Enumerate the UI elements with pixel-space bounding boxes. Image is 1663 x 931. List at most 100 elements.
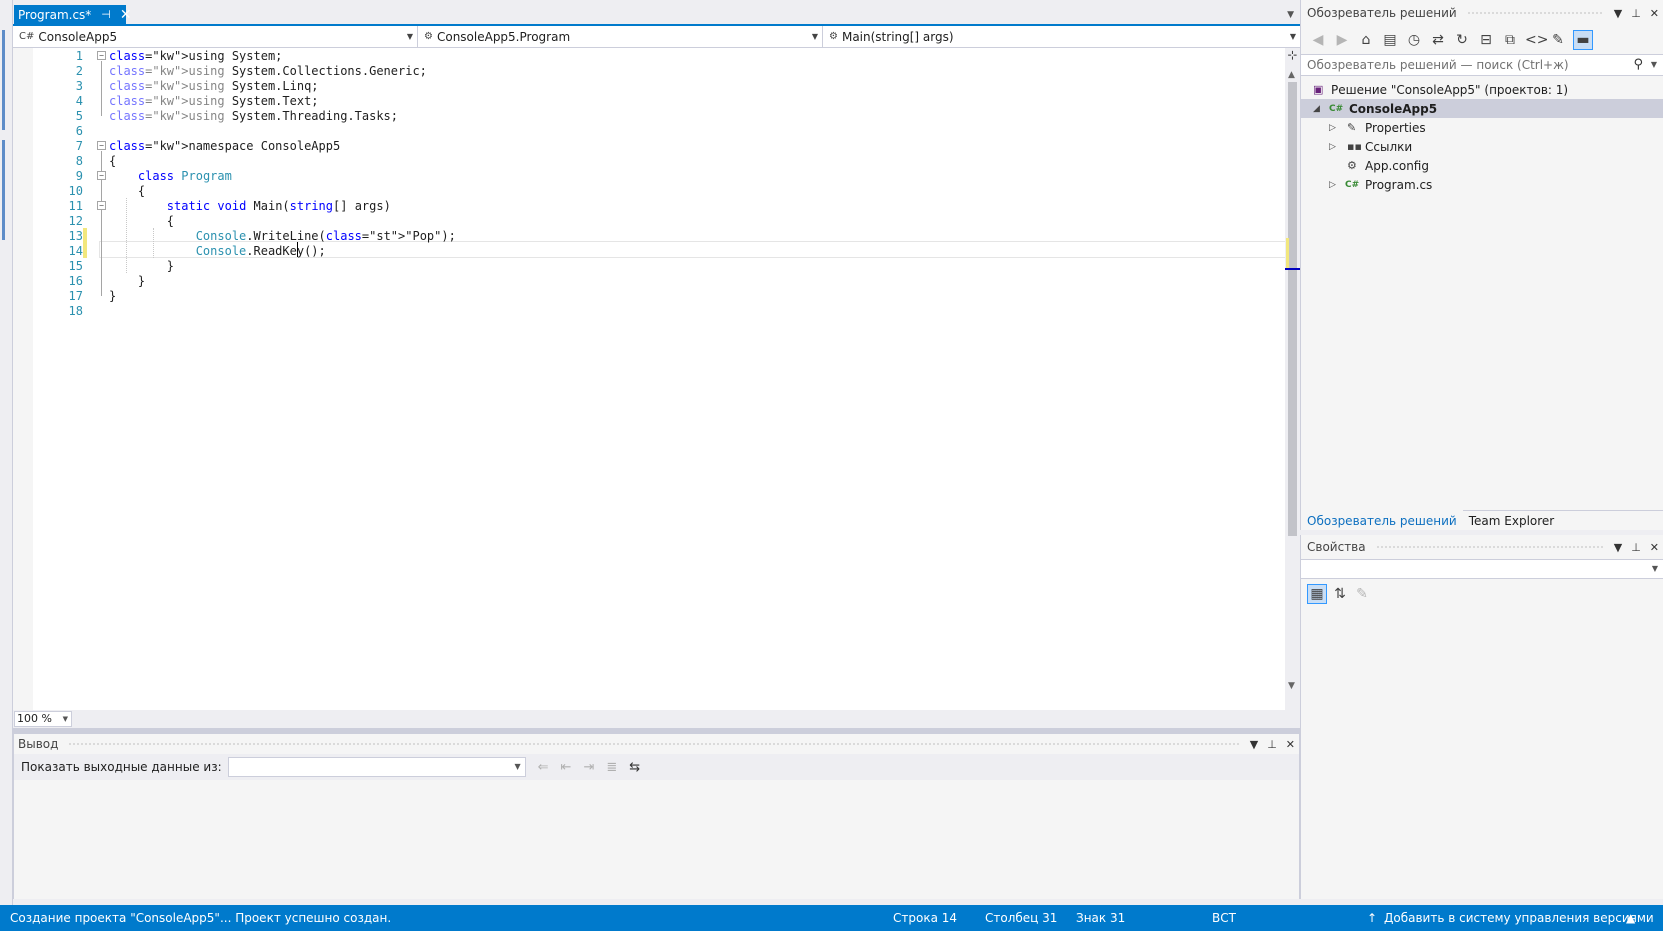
drag-grip[interactable] [1375, 544, 1604, 550]
tree-item-properties[interactable]: ▷ ✎ Properties [1301, 118, 1663, 137]
member-dropdown[interactable]: ⚙ Main(string[] args) ▼ [823, 26, 1300, 47]
status-insert-mode[interactable]: ВСТ [1212, 911, 1236, 925]
home-icon[interactable]: ⌂ [1357, 32, 1375, 48]
code-line[interactable]: 15 } [13, 258, 1273, 274]
project-dropdown[interactable]: C# ConsoleApp5 ▼ [13, 26, 418, 47]
status-line[interactable]: Строка 14 [893, 911, 957, 925]
tree-item-project[interactable]: ◢ C# ConsoleApp5 [1301, 99, 1663, 118]
tab-team-explorer[interactable]: Team Explorer [1463, 511, 1561, 530]
properties-wrench-icon[interactable]: ✎ [1549, 32, 1567, 48]
expanded-triangle-icon[interactable]: ◢ [1313, 104, 1320, 114]
code-line[interactable]: 8{ [13, 153, 1273, 169]
view-code-icon[interactable]: <> [1525, 32, 1548, 48]
collapse-region-icon[interactable]: − [97, 51, 106, 60]
solution-search-input[interactable]: Обозреватель решений — поиск (Ctrl+ж) ⚲ … [1301, 54, 1663, 76]
property-pages-icon[interactable]: ✎ [1353, 586, 1371, 602]
close-icon[interactable]: ✕ [120, 8, 132, 22]
collapsed-triangle-icon[interactable]: ▷ [1329, 142, 1336, 152]
tree-item-program-cs[interactable]: ▷ C# Program.cs [1301, 175, 1663, 194]
code-line[interactable]: 10 { [13, 183, 1273, 199]
source-control-up-icon[interactable]: ↑ [1367, 911, 1377, 925]
back-icon[interactable]: ◀ [1309, 32, 1327, 48]
code-line[interactable]: 4 class="kw">using System.Text; [13, 93, 1273, 109]
code-line[interactable]: 3 class="kw">using System.Linq; [13, 78, 1273, 94]
code-text[interactable]: { [109, 213, 174, 229]
scroll-down-icon[interactable]: ▼ [1288, 681, 1295, 691]
code-text[interactable]: } [109, 258, 174, 274]
code-editor[interactable]: 1 class="kw">using System; 2 class="kw">usi… [13, 48, 1300, 710]
zoom-dropdown[interactable]: 100 % ▼ [14, 711, 72, 727]
collapse-region-icon[interactable]: − [97, 141, 106, 150]
collapsed-triangle-icon[interactable]: ▷ [1329, 123, 1336, 133]
pin-icon[interactable]: ⊥ [1267, 738, 1277, 751]
left-tool-strip[interactable] [0, 0, 13, 905]
drag-grip[interactable] [68, 741, 1240, 747]
code-text[interactable]: } [109, 288, 116, 304]
code-text[interactable]: class="kw">namespace ConsoleApp5 [109, 138, 340, 154]
object-selector-dropdown[interactable]: ▼ [1301, 559, 1663, 579]
code-line[interactable]: 17} [13, 288, 1273, 304]
next-message-icon[interactable]: ⇥ [583, 760, 594, 775]
tab-overflow-icon[interactable]: ▼ [1287, 10, 1294, 20]
code-line[interactable]: 5 class="kw">using System.Threading.Tasks… [13, 108, 1273, 124]
dropdown-menu-icon[interactable]: ▼ [1250, 738, 1258, 751]
pin-icon[interactable]: ⊥ [1631, 541, 1641, 554]
code-text[interactable]: Console.ReadKey(); [109, 243, 326, 259]
code-text[interactable]: Console.WriteLine(class="st">"Pop"); [109, 228, 456, 244]
code-line[interactable]: 16 } [13, 273, 1273, 289]
code-line[interactable]: 12 { [13, 213, 1273, 229]
sync-icon[interactable]: ⇄ [1429, 32, 1447, 48]
preview-selected-icon[interactable]: ▬ [1573, 30, 1593, 50]
class-dropdown[interactable]: ⚙ ConsoleApp5.Program ▼ [418, 26, 823, 47]
code-text[interactable]: class="kw">using System; [109, 48, 282, 64]
code-text[interactable]: class="kw">using System.Linq; [109, 78, 319, 94]
output-text-area[interactable] [14, 780, 1299, 899]
refresh-icon[interactable]: ↻ [1453, 32, 1471, 48]
code-line[interactable]: 9 class Program [13, 168, 1273, 184]
status-column[interactable]: Столбец 31 [985, 911, 1057, 925]
pin-icon[interactable]: ⊣ [101, 8, 111, 21]
tree-item-solution[interactable]: ▣ Решение "ConsoleApp5" (проектов: 1) [1301, 80, 1663, 99]
code-text[interactable]: class="kw">using System.Text; [109, 93, 319, 109]
editor-vertical-scrollbar[interactable]: ⊹ ▲ ▼ [1285, 48, 1300, 710]
scroll-up-icon[interactable]: ▲ [1288, 70, 1295, 80]
collapse-all-icon[interactable]: ⊟ [1477, 32, 1495, 48]
previous-message-icon[interactable]: ⇤ [561, 760, 572, 775]
tree-item-references[interactable]: ▷ ▪▪ Ссылки [1301, 137, 1663, 156]
drag-grip[interactable] [1466, 10, 1604, 16]
code-line[interactable]: 1 class="kw">using System; [13, 48, 1273, 64]
add-to-source-control[interactable]: Добавить в систему управления версиями [1384, 911, 1654, 925]
code-text[interactable]: class Program [109, 168, 232, 184]
search-icon[interactable]: ⚲ [1633, 57, 1643, 72]
dropdown-menu-icon[interactable]: ▼ [1614, 7, 1622, 20]
split-window-icon[interactable]: ⊹ [1287, 48, 1298, 66]
collapse-region-icon[interactable]: − [97, 171, 106, 180]
collapsed-triangle-icon[interactable]: ▷ [1329, 180, 1336, 190]
code-text[interactable]: class="kw">using System.Collections.Gene… [109, 63, 427, 79]
code-text[interactable]: } [109, 273, 145, 289]
close-icon[interactable]: ✕ [1286, 738, 1295, 751]
history-icon[interactable]: ◷ [1405, 32, 1423, 48]
code-line[interactable]: 11 static void Main(string[] args) [13, 198, 1273, 214]
code-line[interactable]: 6 [13, 123, 1273, 139]
code-text[interactable]: class="kw">using System.Threading.Tasks; [109, 108, 398, 124]
tree-item-app-config[interactable]: ⚙ App.config [1301, 156, 1663, 175]
code-line[interactable]: 7 class="kw">namespace ConsoleApp5 [13, 138, 1273, 154]
tab-program-cs[interactable]: Program.cs* ⊣ ✕ [14, 5, 132, 24]
chevron-down-icon[interactable]: ▼ [1651, 60, 1657, 69]
code-text[interactable]: { [109, 183, 145, 199]
code-line[interactable]: 14 Console.ReadKey(); [13, 243, 1273, 259]
code-line[interactable]: 18 [13, 303, 1273, 319]
code-line[interactable]: 2 class="kw">using System.Collections.Gen… [13, 63, 1273, 79]
output-source-dropdown[interactable]: ▼ [227, 757, 526, 777]
collapse-region-icon[interactable]: − [97, 201, 106, 210]
clear-all-icon[interactable]: ≣ [606, 760, 617, 775]
pin-icon[interactable]: ⊥ [1631, 7, 1641, 20]
code-text[interactable]: static void Main(string[] args) [109, 198, 391, 214]
word-wrap-icon[interactable]: ⇆ [629, 760, 640, 775]
categorized-icon[interactable]: ▦ [1307, 584, 1327, 604]
alphabetical-icon[interactable]: ⇅ [1331, 586, 1349, 602]
status-char[interactable]: Знак 31 [1076, 911, 1125, 925]
switch-views-icon[interactable]: ▤ [1381, 32, 1399, 48]
show-all-files-icon[interactable]: ⧉ [1501, 32, 1519, 48]
